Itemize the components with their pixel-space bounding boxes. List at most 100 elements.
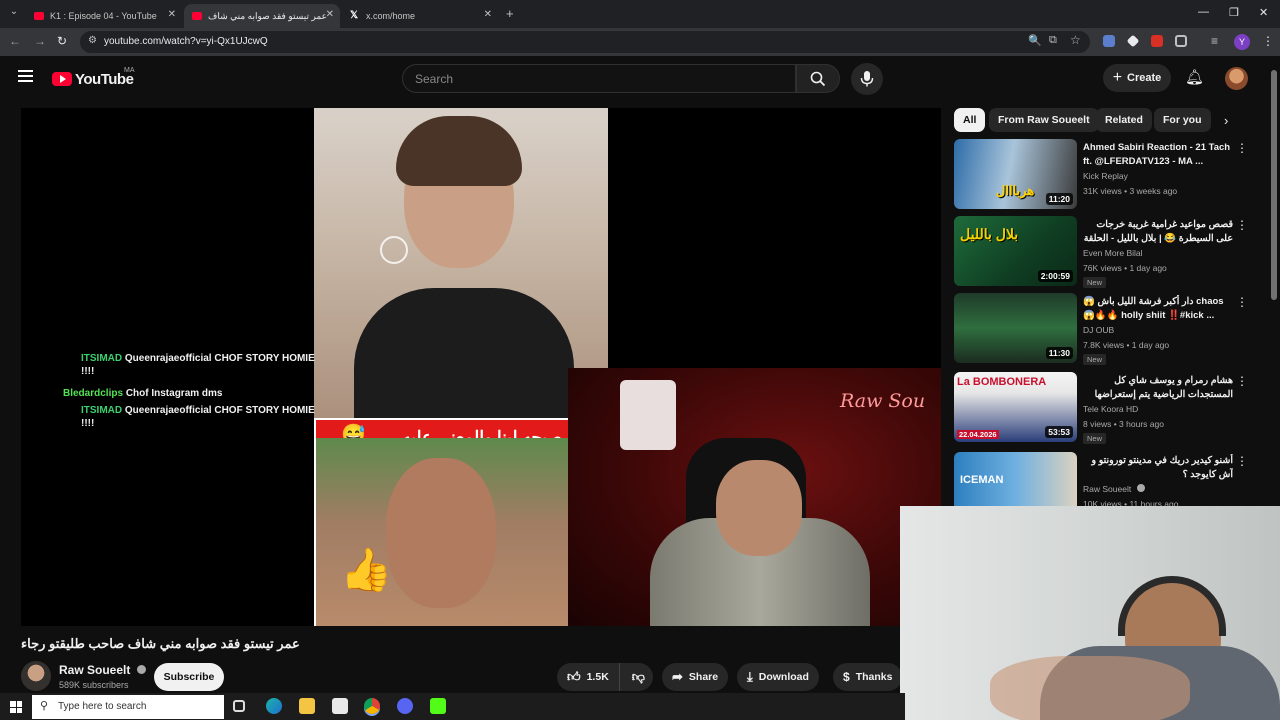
search-button[interactable] <box>796 64 840 93</box>
tab-close-icon[interactable]: ✕ <box>484 9 492 20</box>
video-meta: 7.8K views • 1 day ago <box>1083 340 1170 350</box>
streaming-app-icon[interactable] <box>430 698 446 714</box>
account-avatar[interactable] <box>1225 67 1248 90</box>
discord-app-icon[interactable] <box>397 698 413 714</box>
browser-tab-2[interactable]: عمر تيستو فقد صوابه مني شاف ✕ <box>184 4 340 28</box>
webcam-overlay <box>900 506 1280 720</box>
video-title[interactable]: قصص مواعيد غرامية غريبة خرجات على السيطر… <box>1083 218 1233 246</box>
extension-diamond-icon[interactable] <box>1126 34 1140 48</box>
video-title[interactable]: أشنو كيدير دريك في مدينتو تورونتو و آش ك… <box>1083 454 1234 482</box>
channel-name[interactable]: DJ OUB <box>1083 325 1114 335</box>
download-button[interactable]: ⤓ Download <box>737 663 819 691</box>
video-title[interactable]: Ahmed Sabiri Reaction - 21 Tach ft. @LFE… <box>1083 141 1233 169</box>
plus-icon: + <box>1112 69 1123 86</box>
create-button[interactable]: + Create <box>1103 64 1171 92</box>
site-info-icon[interactable]: ⚙ <box>88 35 97 46</box>
search-placeholder: Search <box>415 72 454 86</box>
chip-from-channel[interactable]: From Raw Soueelt <box>989 108 1099 132</box>
tab-title: x.com/home <box>366 11 416 21</box>
windows-start-icon[interactable] <box>10 701 22 713</box>
video-thumbnail[interactable]: بلال بالليل 2:00:59 <box>954 216 1077 286</box>
like-button[interactable]: 👍︎ 1.5K <box>557 663 620 691</box>
recommendation-item[interactable]: بلال بالليل 2:00:59 قصص مواعيد غرامية غر… <box>954 216 1254 288</box>
back-icon[interactable]: ← <box>9 34 21 48</box>
browser-menu-icon[interactable]: ⋮ <box>1262 34 1274 48</box>
forward-icon[interactable]: → <box>34 34 46 48</box>
chip-for-you[interactable]: For you <box>1154 108 1211 132</box>
channel-name[interactable]: Tele Koora HD <box>1083 404 1138 414</box>
channel-name-main[interactable]: Raw Soueelt <box>59 663 146 677</box>
taskbar-search-input[interactable]: ⚲ Type here to search <box>32 695 224 719</box>
video-title-main: عمر تيستو فقد صوابه مني شاف صاحب طليقتو … <box>21 636 300 651</box>
download-icon: ⤓ <box>747 669 753 684</box>
search-input[interactable]: Search <box>402 64 796 93</box>
video-thumbnail[interactable]: هربااال 11:20 <box>954 139 1077 209</box>
youtube-logo[interactable]: YouTube <box>52 70 134 88</box>
thanks-button[interactable]: $ Thanks <box>833 663 903 691</box>
tab-close-icon[interactable]: ✕ <box>326 9 334 20</box>
url-text[interactable]: youtube.com/watch?v=yi-Qx1UJcwQ <box>104 36 268 47</box>
video-title[interactable]: هشام رمرام و يوسف شاي كل المستجدات الريا… <box>1083 374 1233 402</box>
channel-name[interactable]: Even More Bilal <box>1083 248 1143 258</box>
person-top <box>354 288 574 438</box>
page-scrollbar[interactable] <box>1271 70 1277 300</box>
microphone-icon <box>860 71 874 87</box>
chat-username: ITSIMAD <box>81 353 123 364</box>
reload-icon[interactable]: ↻ <box>57 34 67 48</box>
video-thumbnail[interactable]: La BOMBONERA 22.04.2026 53:53 <box>954 372 1077 442</box>
duration-badge: 53:53 <box>1045 426 1073 438</box>
translate-extension-icon[interactable] <box>1103 35 1115 47</box>
zoom-icon[interactable]: 🔍 <box>1028 34 1042 47</box>
share-button[interactable]: ➦ Share <box>662 663 729 691</box>
hamburger-menu-icon[interactable] <box>18 70 33 82</box>
address-bar[interactable]: ⚙ youtube.com/watch?v=yi-Qx1UJcwQ 🔍 ⧉ ☆ <box>80 31 1090 53</box>
restore-icon[interactable]: ❐ <box>1229 6 1239 19</box>
taskbar-search-icon: ⚲ <box>40 700 49 712</box>
more-options-icon[interactable]: ⋮ <box>1236 218 1248 232</box>
profile-avatar[interactable]: Y <box>1234 34 1250 50</box>
reading-list-icon[interactable]: ≡ <box>1211 34 1218 48</box>
channel-name[interactable]: Raw Soueelt <box>1083 484 1145 494</box>
dislike-button[interactable]: 👎︎ <box>626 669 651 685</box>
new-tab-icon[interactable]: + <box>506 6 514 21</box>
recommendation-item[interactable]: La BOMBONERA 22.04.2026 53:53 هشام رمرام… <box>954 372 1254 444</box>
voice-search-button[interactable] <box>851 63 883 95</box>
channel-avatar[interactable] <box>21 661 51 691</box>
file-explorer-icon[interactable] <box>299 698 315 714</box>
window-close-icon[interactable]: ✕ <box>1259 6 1268 19</box>
video-player[interactable]: صيحه لينا والمعنى عليه 😅 👍 Raw Sou ITSIM… <box>21 108 941 626</box>
subscribe-button[interactable]: Subscribe <box>154 663 224 691</box>
tab-close-icon[interactable]: ✕ <box>168 9 176 20</box>
microsoft-store-icon[interactable] <box>332 698 348 714</box>
create-label: Create <box>1127 72 1162 84</box>
channel-name[interactable]: Kick Replay <box>1083 171 1128 181</box>
edge-browser-icon[interactable] <box>266 698 282 714</box>
chrome-browser-icon[interactable] <box>364 698 380 714</box>
x-favicon-icon: 𝕏 <box>350 10 359 21</box>
browser-tab-1[interactable]: K1 : Episode 04 - YouTube ✕ <box>26 4 182 28</box>
minimize-icon[interactable]: — <box>1198 6 1209 18</box>
recommendation-item[interactable]: 11:30 😱 دار أكبر فرشة الليل باش chaos 😱🔥… <box>954 293 1254 365</box>
neon-sign-text: Raw Sou <box>840 390 926 412</box>
task-view-icon[interactable] <box>233 700 245 712</box>
notifications-bell-icon[interactable]: 🔔︎ <box>1185 68 1204 86</box>
video-title[interactable]: 😱 دار أكبر فرشة الليل باش chaos 😱🔥🔥 holl… <box>1083 295 1233 323</box>
more-options-icon[interactable]: ⋮ <box>1236 295 1248 309</box>
install-icon[interactable]: ⧉ <box>1049 34 1057 47</box>
extensions-puzzle-icon[interactable] <box>1175 35 1187 47</box>
more-options-icon[interactable]: ⋮ <box>1236 141 1248 155</box>
chips-next-chevron-icon[interactable]: › <box>1224 113 1228 128</box>
more-options-icon[interactable]: ⋮ <box>1236 374 1248 388</box>
streamer-head <box>716 460 802 556</box>
browser-tab-3[interactable]: 𝕏 x.com/home ✕ <box>342 4 498 28</box>
extension-red-icon[interactable] <box>1151 35 1163 47</box>
chip-all[interactable]: All <box>954 108 986 132</box>
recommendation-item[interactable]: هربااال 11:20 Ahmed Sabiri Reaction - 21… <box>954 139 1254 209</box>
more-options-icon[interactable]: ⋮ <box>1236 454 1248 468</box>
tab-search-button[interactable]: ⌄ <box>6 6 22 22</box>
new-badge: New <box>1083 277 1107 288</box>
chip-related[interactable]: Related <box>1096 108 1152 132</box>
thumbnail-text: هربااال <box>996 183 1035 198</box>
bookmark-star-icon[interactable]: ☆ <box>1070 33 1081 47</box>
video-thumbnail[interactable]: 11:30 <box>954 293 1077 363</box>
